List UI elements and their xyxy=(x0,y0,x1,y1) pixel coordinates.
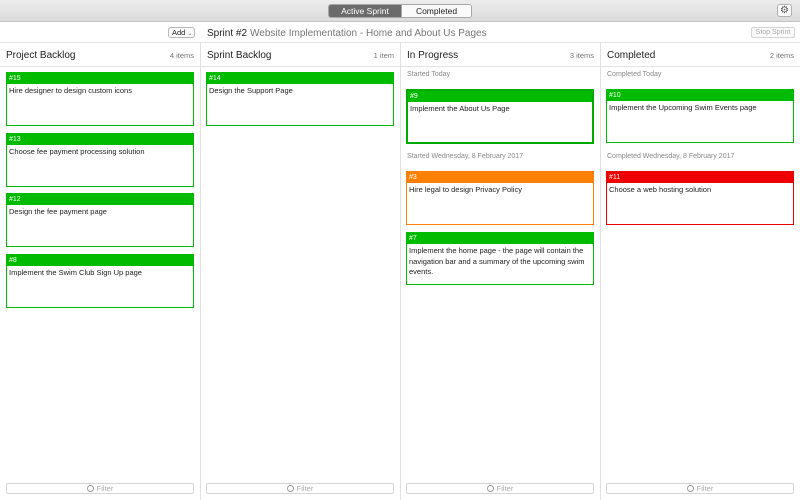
card[interactable]: #14 Design the Support Page xyxy=(206,72,394,126)
card-id: #13 xyxy=(7,134,193,145)
column-title: Completed xyxy=(607,50,656,61)
column-completed: Completed 2 items Completed Today #10 Im… xyxy=(601,43,800,500)
search-icon xyxy=(686,485,694,492)
section-label: Started Today xyxy=(407,71,451,78)
card-id: #10 xyxy=(607,90,793,101)
card-text: Implement the home page - the page will … xyxy=(409,246,585,276)
column-in-progress: In Progress 3 items Started Today #9 Imp… xyxy=(401,43,601,500)
column-title: Sprint Backlog xyxy=(207,50,272,61)
gear-icon[interactable]: ⚙ xyxy=(777,4,792,17)
column-header: Project Backlog 4 items xyxy=(0,43,200,67)
card[interactable]: #8 Implement the Swim Club Sign Up page xyxy=(6,254,194,308)
card-text: Implement the About Us Page xyxy=(410,104,510,113)
card-id: #9 xyxy=(408,91,592,102)
column-header: Sprint Backlog 1 item xyxy=(201,43,400,67)
add-button[interactable]: Add ⌄ xyxy=(168,27,195,38)
sprint-title: Sprint #2 xyxy=(207,28,248,39)
column-title: Project Backlog xyxy=(6,50,76,61)
card-text: Choose a web hosting solution xyxy=(609,185,712,194)
card[interactable]: #12 Design the fee payment page xyxy=(6,193,194,247)
card-id: #12 xyxy=(7,194,193,205)
card[interactable]: #10 Implement the Upcoming Swim Events p… xyxy=(606,89,794,143)
filter-input[interactable]: Filter xyxy=(406,483,594,494)
sprint-view-segmented-control: Active Sprint Completed Sprints xyxy=(328,4,472,18)
toolbar: Active Sprint Completed Sprints ⚙ xyxy=(0,0,800,22)
card-id: #8 xyxy=(7,255,193,266)
filter-input[interactable]: Filter xyxy=(6,483,194,494)
card-text: Hire legal to design Privacy Policy xyxy=(409,185,522,194)
card-id: #11 xyxy=(607,172,793,183)
card-text: Implement the Swim Club Sign Up page xyxy=(9,268,142,277)
card-id: #3 xyxy=(407,172,593,183)
filter-input[interactable]: Filter xyxy=(606,483,794,494)
column-count: 1 item xyxy=(373,51,394,60)
filter-placeholder: Filter xyxy=(696,484,714,493)
card-id: #15 xyxy=(7,73,193,84)
section-label: Started Wednesday, 8 February 2017 xyxy=(407,153,524,160)
column-header: Completed 2 items xyxy=(601,43,800,67)
card-text: Choose fee payment processing solution xyxy=(9,147,145,156)
card-id: #7 xyxy=(407,233,593,244)
stop-sprint-button[interactable]: Stop Sprint xyxy=(751,27,795,38)
tab-active-sprint[interactable]: Active Sprint xyxy=(329,5,401,17)
add-label: Add xyxy=(172,28,186,37)
tab-completed-sprints[interactable]: Completed Sprints xyxy=(401,5,471,17)
section-label: Completed Wednesday, 8 February 2017 xyxy=(607,153,735,160)
card-text: Implement the Upcoming Swim Events page xyxy=(609,103,757,112)
card[interactable]: #11 Choose a web hosting solution xyxy=(606,171,794,225)
column-sprint-backlog: Sprint Backlog 1 item #14 Design the Sup… xyxy=(201,43,401,500)
filter-placeholder: Filter xyxy=(96,484,114,493)
card[interactable]: #15 Hire designer to design custom icons xyxy=(6,72,194,126)
subheader: Add ⌄ Sprint #2 Website Implementation - … xyxy=(0,22,800,43)
card[interactable]: #9 Implement the About Us Page xyxy=(406,89,594,144)
filter-input[interactable]: Filter xyxy=(206,483,394,494)
card-text: Design the fee payment page xyxy=(9,207,107,216)
search-icon xyxy=(486,485,494,492)
filter-placeholder: Filter xyxy=(296,484,314,493)
column-header: In Progress 3 items xyxy=(401,43,600,67)
card[interactable]: #3 Hire legal to design Privacy Policy xyxy=(406,171,594,225)
card-text: Design the Support Page xyxy=(209,86,293,95)
sprint-subtitle: Website Implementation - Home and About … xyxy=(250,28,487,39)
search-icon xyxy=(86,485,94,492)
column-title: In Progress xyxy=(407,50,459,61)
chevron-down-icon: ⌄ xyxy=(187,31,193,37)
column-project-backlog: Project Backlog 4 items #15 Hire designe… xyxy=(0,43,201,500)
card-id: #14 xyxy=(207,73,393,84)
filter-placeholder: Filter xyxy=(496,484,514,493)
section-label: Completed Today xyxy=(607,71,662,78)
column-count: 2 items xyxy=(769,51,794,60)
column-count: 4 items xyxy=(169,51,194,60)
column-count: 3 items xyxy=(569,51,594,60)
search-icon xyxy=(286,485,294,492)
card-text: Hire designer to design custom icons xyxy=(9,86,132,95)
card[interactable]: #7 Implement the home page - the page wi… xyxy=(406,232,594,285)
card[interactable]: #13 Choose fee payment processing soluti… xyxy=(6,133,194,187)
